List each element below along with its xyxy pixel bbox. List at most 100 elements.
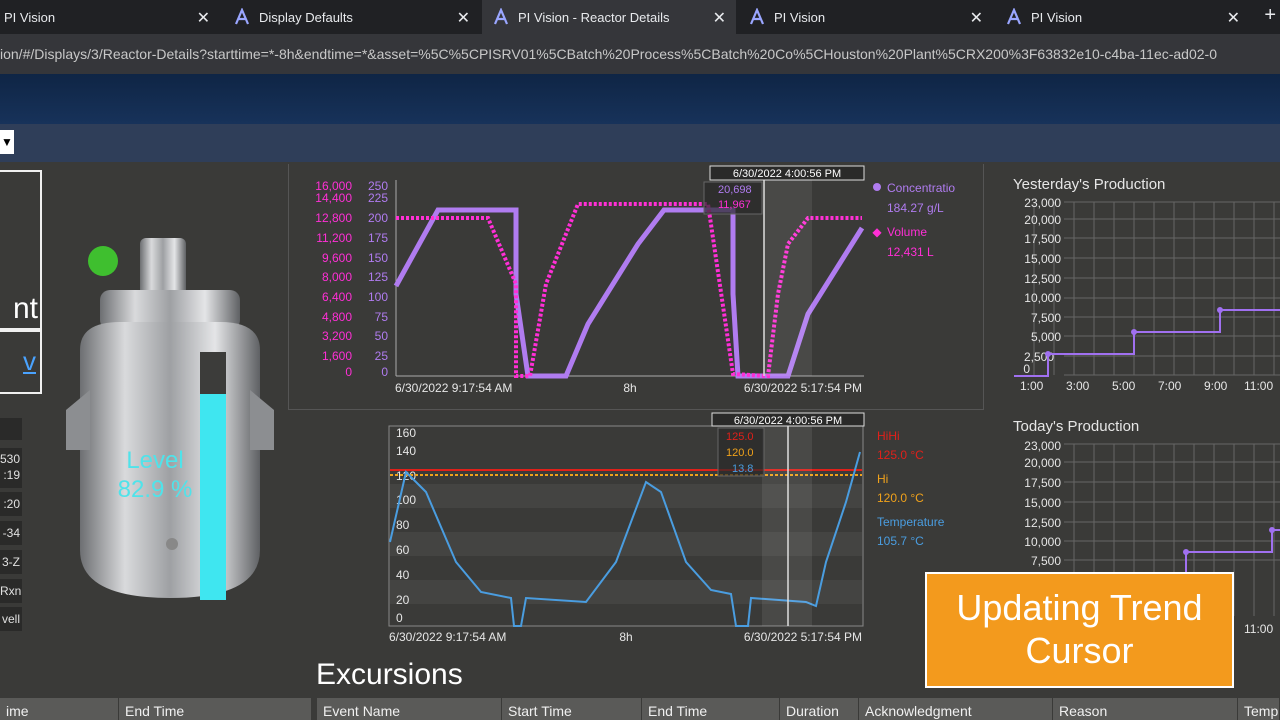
- legend-temperature-value: 105.7 °C: [877, 534, 924, 548]
- trend1-end-time: 6/30/2022 5:17:54 PM: [744, 381, 862, 395]
- svg-text:3:00: 3:00: [1066, 379, 1090, 393]
- trend1-legend: Concentratio 184.27 g/L ◆ Volume 12,431 …: [872, 181, 955, 259]
- svg-text:12,500: 12,500: [1024, 516, 1061, 530]
- new-tab-icon[interactable]: +: [1264, 4, 1276, 27]
- step-point: [1045, 351, 1051, 357]
- svg-text:15,000: 15,000: [1024, 496, 1061, 510]
- svg-text:175: 175: [368, 231, 388, 245]
- close-icon[interactable]: ✕: [970, 8, 983, 28]
- svg-text:12,800: 12,800: [315, 211, 352, 225]
- legend-concentration-name: Concentratio: [887, 181, 955, 195]
- step-point: [1131, 329, 1137, 335]
- svg-text:3,200: 3,200: [322, 329, 352, 343]
- trend2-svg[interactable]: 160 140 120 100 80 60 40 20 0 6/30/2022 …: [386, 412, 976, 648]
- today-x-tick: 11:00: [1244, 622, 1273, 636]
- tab-label: Display Defaults: [259, 9, 353, 25]
- svg-text:17,500: 17,500: [1024, 232, 1061, 246]
- step-point: [1269, 527, 1275, 533]
- svg-text:17,500: 17,500: [1024, 476, 1061, 490]
- close-icon[interactable]: ✕: [457, 8, 470, 28]
- col-header-event-name[interactable]: Event Name: [317, 698, 502, 720]
- svg-text:20: 20: [396, 593, 410, 607]
- today-production-step: [1185, 529, 1280, 572]
- col-header-end-time[interactable]: End Time: [642, 698, 780, 720]
- svg-text:1:00: 1:00: [1020, 379, 1044, 393]
- today-y-axis: 23,000 20,000 17,500 15,000 12,500 10,00…: [1024, 439, 1061, 568]
- tab-label: PI Vision: [774, 9, 826, 25]
- trend1-start-time: 6/30/2022 9:17:54 AM: [395, 381, 512, 395]
- asset-link-box[interactable]: v: [0, 330, 42, 394]
- col-header-duration[interactable]: Duration: [780, 698, 859, 720]
- asset-panel-box: nt: [0, 170, 42, 330]
- legend-hihi-name: HiHi: [877, 429, 900, 443]
- col-header-end-time-left[interactable]: End Time: [119, 698, 312, 720]
- panel-partial-link[interactable]: v: [23, 346, 36, 377]
- svg-text:225: 225: [368, 191, 388, 205]
- trend2-cursor-hi: 120.0: [726, 447, 754, 459]
- list-item: :20: [0, 492, 22, 516]
- tab-display-defaults[interactable]: Display Defaults ✕: [225, 0, 480, 34]
- svg-text:75: 75: [375, 310, 389, 324]
- tab-label: PI Vision: [1031, 9, 1083, 25]
- yesterday-production-title: Yesterday's Production: [1013, 176, 1166, 193]
- col-header-start-time-left[interactable]: ime: [0, 698, 119, 720]
- tab-pi-vision-4[interactable]: PI Vision ✕: [738, 0, 993, 34]
- pi-vision-logo-icon: [234, 8, 250, 25]
- list-item: -34: [0, 521, 22, 545]
- col-header-acknowledgment[interactable]: Acknowledgment: [859, 698, 1053, 720]
- callout-line-1: Updating Trend: [956, 587, 1203, 628]
- svg-text:12,500: 12,500: [1024, 272, 1061, 286]
- tab-label: PI Vision: [4, 9, 56, 25]
- svg-text:4,800: 4,800: [322, 310, 352, 324]
- svg-text:5,000: 5,000: [1031, 330, 1061, 344]
- step-point: [1183, 549, 1189, 555]
- chevron-down-icon[interactable]: ▼: [0, 130, 14, 154]
- trend1-cursor-band: [764, 178, 812, 376]
- svg-text:40: 40: [396, 568, 410, 582]
- svg-text:10,000: 10,000: [1024, 291, 1061, 305]
- yesterday-y-axis: 23,000 20,000 17,500 15,000 12,500 10,00…: [1023, 196, 1061, 376]
- col-header-temp[interactable]: Temp: [1238, 698, 1280, 720]
- trend2-cursor-time: 6/30/2022 4:00:56 PM: [734, 415, 842, 427]
- col-header-reason[interactable]: Reason: [1053, 698, 1238, 720]
- legend-volume-name: Volume: [887, 225, 927, 239]
- svg-text:0: 0: [345, 365, 352, 379]
- close-icon[interactable]: ✕: [197, 8, 210, 28]
- tab-pi-vision-5[interactable]: PI Vision ✕: [995, 0, 1250, 34]
- trend1-svg[interactable]: 16,000 14,400 12,800 11,200 9,600 8,000 …: [288, 164, 984, 410]
- address-bar[interactable]: ion/#/Displays/3/Reactor-Details?startti…: [0, 34, 1280, 74]
- app-header-bar: [0, 74, 1280, 124]
- svg-text:200: 200: [368, 211, 388, 225]
- reactor-port: [166, 538, 178, 550]
- svg-text:20,000: 20,000: [1024, 213, 1061, 227]
- legend-volume-value: 12,431 L: [887, 245, 934, 259]
- svg-text:6,400: 6,400: [322, 290, 352, 304]
- svg-text:20,000: 20,000: [1024, 456, 1061, 470]
- svg-text:23,000: 23,000: [1024, 196, 1061, 210]
- trend2-cursor-band: [762, 426, 812, 626]
- trend1-cursor-time: 6/30/2022 4:00:56 PM: [733, 168, 841, 180]
- trend2-legend: HiHi 125.0 °C Hi 120.0 °C Temperature 10…: [877, 429, 945, 548]
- tab-reactor-details[interactable]: PI Vision - Reactor Details ✕: [482, 0, 736, 34]
- legend-volume-marker: ◆: [872, 225, 882, 239]
- svg-text:9,600: 9,600: [322, 251, 352, 265]
- reactor-vessel-graphic[interactable]: [60, 230, 280, 610]
- svg-text:7,500: 7,500: [1031, 311, 1061, 325]
- tab-pi-vision-1[interactable]: PI Vision ✕: [0, 0, 220, 34]
- trend1-duration: 8h: [623, 381, 636, 395]
- col-header-start-time[interactable]: Start Time: [502, 698, 642, 720]
- svg-text:25: 25: [375, 349, 389, 363]
- today-production-title: Today's Production: [1013, 418, 1140, 435]
- trend2-cursor-temp: 13.8: [732, 463, 753, 475]
- svg-text:160: 160: [396, 426, 416, 440]
- browser-tab-bar: PI Vision ✕ Display Defaults ✕ PI Vision…: [0, 0, 1280, 34]
- yesterday-production-chart[interactable]: 23,000 20,000 17,500 15,000 12,500 10,00…: [1010, 194, 1280, 400]
- pi-vision-logo-icon: [749, 8, 765, 25]
- svg-text:11,200: 11,200: [316, 231, 352, 245]
- svg-text:150: 150: [368, 251, 388, 265]
- svg-text:15,000: 15,000: [1024, 252, 1061, 266]
- svg-text:9:00: 9:00: [1204, 379, 1228, 393]
- close-icon[interactable]: ✕: [713, 8, 726, 28]
- svg-text:10,000: 10,000: [1024, 535, 1061, 549]
- close-icon[interactable]: ✕: [1227, 8, 1240, 28]
